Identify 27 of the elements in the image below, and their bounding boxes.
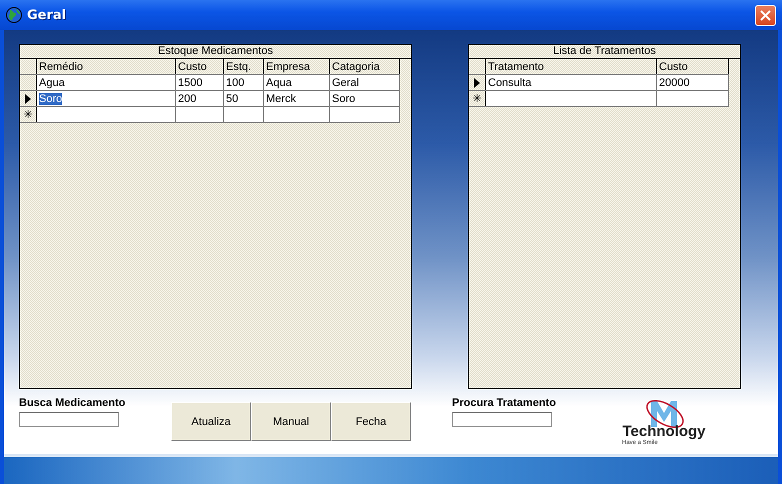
window-title: Geral	[27, 8, 68, 22]
table-cell: Merck	[264, 90, 330, 106]
table-cell: Consulta	[486, 74, 656, 90]
table-cell: 1500	[176, 74, 224, 90]
close-button[interactable]	[755, 4, 776, 26]
table-cell: 100	[224, 74, 264, 90]
grid-title: Estoque Medicamentos	[158, 45, 273, 57]
field-label: Busca Medicamento	[19, 397, 126, 409]
globe-icon	[6, 7, 22, 23]
table-cell: 20000	[656, 74, 728, 90]
table-cell: Agua	[36, 74, 176, 90]
field-label: Procura Tratamento	[452, 397, 557, 409]
action-button[interactable]: Fecha	[331, 402, 411, 441]
table-cell: 50	[224, 90, 264, 106]
new-row-marker: ✳	[24, 109, 32, 121]
action-button[interactable]: Atualiza	[171, 402, 251, 441]
close-icon	[760, 10, 771, 20]
table-cell: Aqua	[264, 74, 330, 90]
table-cell: Geral	[330, 74, 400, 90]
search-field[interactable]	[19, 412, 119, 427]
grid-title: Lista de Tratamentos	[553, 45, 656, 57]
action-button[interactable]: Manual	[251, 402, 331, 441]
selected-text: Soro	[39, 92, 62, 104]
new-row-marker: ✳	[472, 93, 482, 105]
table-cell: 200	[176, 90, 224, 106]
table-cell: Soro	[330, 90, 400, 106]
search-field[interactable]	[452, 412, 552, 427]
